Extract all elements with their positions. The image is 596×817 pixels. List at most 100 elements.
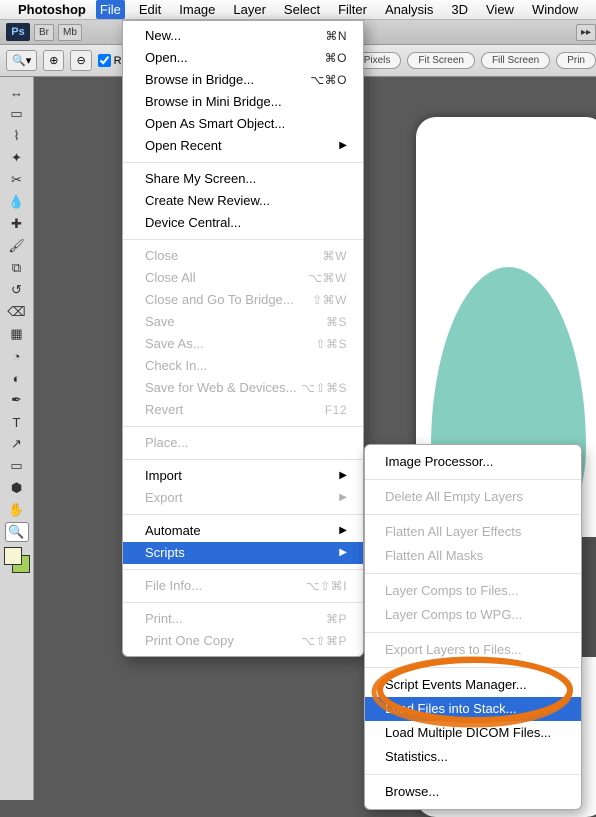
submenu-item-label: Layer Comps to Files... [385,582,519,600]
menu-item-revert: RevertF12 [123,399,363,421]
menu-item-open-as-smart-object[interactable]: Open As Smart Object... [123,113,363,135]
tool-crop[interactable]: ✂ [5,170,29,190]
tool-eraser[interactable]: ⌫ [5,302,29,322]
submenu-item-load-multiple-dicom-files[interactable]: Load Multiple DICOM Files... [365,721,581,745]
menu-select[interactable]: Select [280,0,324,19]
menu-item-browse-in-bridge[interactable]: Browse in Bridge...⌥⌘O [123,69,363,91]
tool-eyedropper[interactable]: 💧 [5,192,29,212]
tool-zoom[interactable]: 🔍 [5,522,29,542]
menu-3d[interactable]: 3D [447,0,472,19]
menu-separator [365,573,581,574]
tool-blur[interactable]: ◔ [5,346,29,366]
zoom-in-icon[interactable]: ⊕ [43,50,64,71]
bridge-button[interactable]: Br [34,24,54,41]
tool-brush[interactable]: 🖌 [5,236,29,256]
menu-item-label: Place... [145,434,188,452]
tool-type[interactable]: T [5,412,29,432]
menu-shortcut: ⌥⇧⌘S [301,379,347,397]
submenu-item-layer-comps-to-files: Layer Comps to Files... [365,579,581,603]
menu-item-new[interactable]: New...⌘N [123,25,363,47]
menu-analysis[interactable]: Analysis [381,0,437,19]
scripts-submenu: Image Processor...Delete All Empty Layer… [364,444,582,810]
menu-filter[interactable]: Filter [334,0,371,19]
menu-item-label: Create New Review... [145,192,270,210]
tool-gradient[interactable]: ▦ [5,324,29,344]
resize-checkbox-input[interactable] [98,54,111,67]
tool-history[interactable]: ↺ [5,280,29,300]
menu-item-close: Close ⌘W [123,245,363,267]
menu-separator [123,514,363,515]
minibridge-button[interactable]: Mb [58,24,82,41]
menu-item-print: Print...⌘P [123,608,363,630]
submenu-item-load-files-into-stack[interactable]: Load Files into Stack... [365,697,581,721]
menu-item-label: Close and Go To Bridge... [145,291,294,309]
menu-item-browse-in-mini-bridge[interactable]: Browse in Mini Bridge... [123,91,363,113]
tool-lasso[interactable]: ⌇ [5,126,29,146]
submenu-item-label: Export Layers to Files... [385,641,522,659]
menu-shortcut: ⌘W [323,247,347,265]
print-size-button[interactable]: Prin [556,52,596,69]
menu-layer[interactable]: Layer [229,0,270,19]
fit-screen-button[interactable]: Fit Screen [407,52,475,69]
submenu-item-script-events-manager[interactable]: Script Events Manager... [365,673,581,697]
submenu-item-label: Statistics... [385,748,448,766]
menu-shortcut: ⇧⌘W [312,291,347,309]
submenu-item-statistics[interactable]: Statistics... [365,745,581,769]
photoshop-logo: Ps [6,23,30,41]
menu-item-label: Browse in Bridge... [145,71,254,89]
menu-item-scripts[interactable]: Scripts▶ [123,542,363,564]
menu-item-create-new-review[interactable]: Create New Review... [123,190,363,212]
fill-screen-button[interactable]: Fill Screen [481,52,550,69]
menu-item-device-central[interactable]: Device Central... [123,212,363,234]
submenu-item-label: Script Events Manager... [385,676,527,694]
zoom-out-icon[interactable]: ⊖ [70,50,91,71]
menu-item-label: Close [145,247,178,265]
tool-stamp[interactable]: ⧉ [5,258,29,278]
menu-item-print-one-copy: Print One Copy⌥⇧⌘P [123,630,363,652]
menu-shortcut: ⌘N [325,27,347,45]
tool-marquee[interactable]: ▭ [5,104,29,124]
menu-item-label: Save As... [145,335,204,353]
menu-separator [365,479,581,480]
tool-path[interactable]: ↗ [5,434,29,454]
menu-item-open-recent[interactable]: Open Recent▶ [123,135,363,157]
tool-pen[interactable]: ✒ [5,390,29,410]
tool-move[interactable]: ↔ [5,82,29,102]
menu-item-import[interactable]: Import▶ [123,465,363,487]
menu-item-label: Print One Copy [145,632,234,650]
tool-3d[interactable]: ⬢ [5,478,29,498]
menu-shortcut: ⌘P [326,610,347,628]
foreground-color[interactable] [4,547,22,565]
menu-item-save-for-web-devices: Save for Web & Devices...⌥⇧⌘S [123,377,363,399]
submenu-item-layer-comps-to-wpg: Layer Comps to WPG... [365,603,581,627]
menu-item-share-my-screen[interactable]: Share My Screen... [123,168,363,190]
menu-file[interactable]: File [96,0,125,19]
menu-shortcut: ⌘O [325,49,347,67]
menu-item-label: Automate [145,522,201,540]
tool-heal[interactable]: ✚ [5,214,29,234]
tool-wand[interactable]: ✦ [5,148,29,168]
menu-item-open[interactable]: Open...⌘O [123,47,363,69]
file-menu: New...⌘NOpen...⌘OBrowse in Bridge...⌥⌘OB… [122,20,364,657]
menu-separator [123,162,363,163]
menu-window[interactable]: Window [528,0,582,19]
menu-item-automate[interactable]: Automate▶ [123,520,363,542]
menu-view[interactable]: View [482,0,518,19]
panel-collapse-icon[interactable]: ▸▸ [576,24,596,41]
tool-shape[interactable]: ▭ [5,456,29,476]
app-name[interactable]: Photoshop [18,2,86,17]
menu-item-label: Revert [145,401,183,419]
tool-hand[interactable]: ✋ [5,500,29,520]
tool-dodge[interactable]: ◐ [5,368,29,388]
menu-edit[interactable]: Edit [135,0,165,19]
submenu-item-browse[interactable]: Browse... [365,780,581,804]
submenu-item-image-processor[interactable]: Image Processor... [365,450,581,474]
menu-item-label: Close All [145,269,196,287]
submenu-arrow-icon: ▶ [339,137,347,155]
menu-separator [123,239,363,240]
color-swatches[interactable] [4,547,30,573]
zoom-tool-icon[interactable]: 🔍▾ [6,50,37,71]
menu-image[interactable]: Image [175,0,219,19]
submenu-item-export-layers-to-files: Export Layers to Files... [365,638,581,662]
menu-item-save-as: Save As...⇧⌘S [123,333,363,355]
